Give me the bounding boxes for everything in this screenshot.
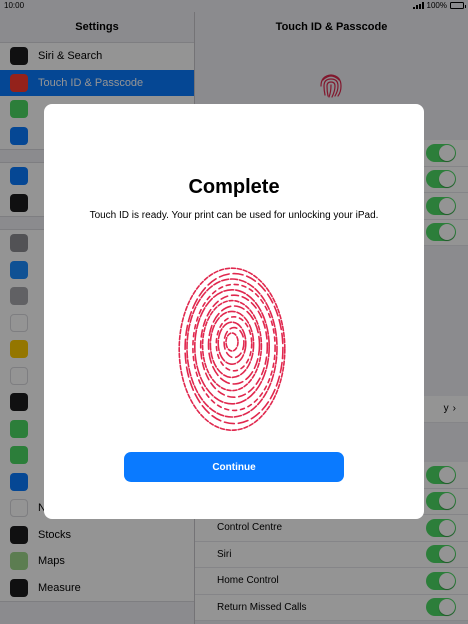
dialog-title: Complete (188, 176, 280, 198)
fingerprint-ridge (193, 289, 271, 405)
continue-button[interactable]: Continue (124, 452, 344, 482)
fingerprint-ridge (223, 326, 245, 359)
dialog-message: Touch ID is ready. Your print can be use… (89, 210, 379, 221)
touch-id-complete-dialog: Complete Touch ID is ready. Your print c… (44, 104, 424, 519)
ipad-screen: 10:00 100% Settings Siri & Search Touch I… (0, 0, 468, 624)
fingerprint-ridge (209, 310, 255, 379)
fingerprint-ridge (192, 283, 276, 412)
fingerprint-complete-icon (178, 267, 286, 431)
fingerprint-ridge (184, 272, 284, 425)
fingerprint-ridge (225, 332, 239, 352)
